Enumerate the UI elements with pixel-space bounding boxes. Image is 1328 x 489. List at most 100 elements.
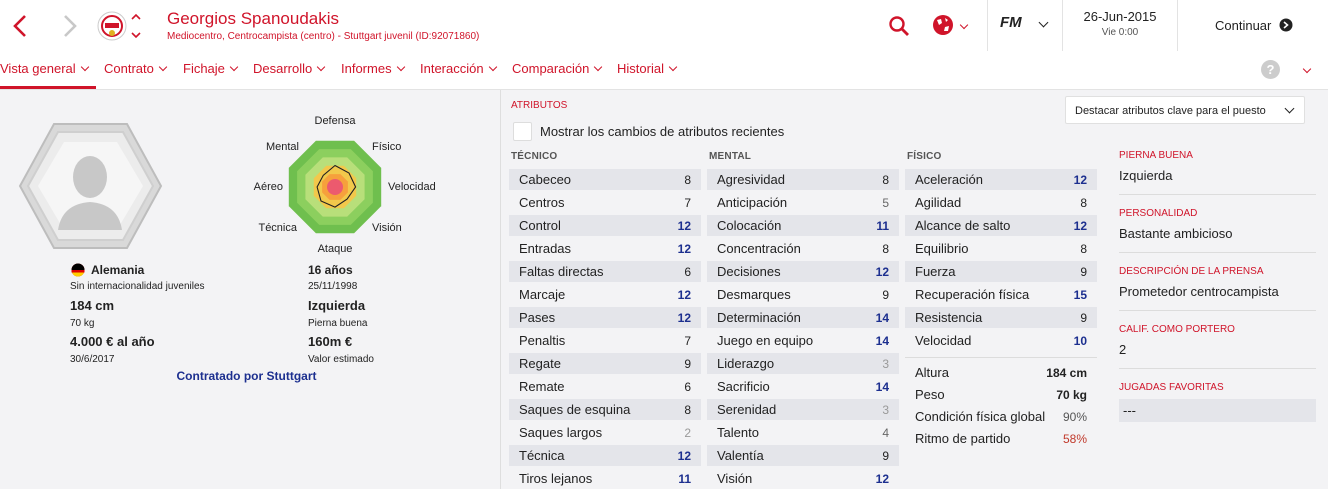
fm-menu[interactable]: FM	[1000, 14, 1056, 36]
tab-comparacion[interactable]: Comparación	[512, 61, 603, 76]
attribute-row-mental[interactable]: Juego en equipo 14	[707, 330, 899, 351]
nav-more-menu[interactable]	[1302, 63, 1316, 75]
physical-info-row: Altura 184 cm	[905, 362, 1097, 383]
attribute-name: Determinación	[717, 310, 801, 325]
globe-menu[interactable]	[932, 13, 972, 37]
side-panel-value[interactable]: ---	[1119, 399, 1316, 422]
divider	[987, 0, 988, 51]
player-subtitle[interactable]: Mediocentro, Centrocampista (centro) - S…	[167, 31, 479, 42]
attribute-row-tecnico[interactable]: Faltas directas 6	[509, 261, 701, 282]
tab-label: Historial	[617, 61, 664, 76]
attribute-row-fisico[interactable]: Velocidad 10	[905, 330, 1097, 351]
attribute-name: Aceleración	[915, 172, 983, 187]
attribute-name: Regate	[519, 356, 561, 371]
attribute-row-tecnico[interactable]: Entradas 12	[509, 238, 701, 259]
nationality[interactable]: Alemania	[91, 263, 144, 277]
attribute-row-mental[interactable]: Desmarques 9	[707, 284, 899, 305]
attribute-row-tecnico[interactable]: Tiros lejanos 11	[509, 468, 701, 489]
attribute-row-tecnico[interactable]: Cabeceo 8	[509, 169, 701, 190]
divider	[500, 90, 501, 489]
side-panel-item: Jugadas favoritas ---	[1119, 382, 1316, 422]
attribute-value: 8	[684, 402, 691, 417]
attribute-row-mental[interactable]: Serenidad 3	[707, 399, 899, 420]
germany-flag-icon	[71, 263, 85, 277]
tab-label: Vista general	[0, 61, 76, 76]
attribute-row-mental[interactable]: Anticipación 5	[707, 192, 899, 213]
highlight-key-attributes-dropdown[interactable]: Destacar atributos clave para el puesto	[1065, 96, 1305, 124]
attribute-name: Control	[519, 218, 561, 233]
back-arrow-icon[interactable]	[12, 14, 28, 38]
attribute-row-fisico[interactable]: Recuperación física 15	[905, 284, 1097, 305]
attribute-row-tecnico[interactable]: Marcaje 12	[509, 284, 701, 305]
attribute-row-mental[interactable]: Valentía 9	[707, 445, 899, 466]
player-portrait	[18, 123, 163, 249]
tab-label: Comparación	[512, 61, 590, 76]
attribute-value: 9	[1080, 264, 1087, 279]
attribute-name: Agilidad	[915, 195, 962, 210]
tab-label: Contrato	[104, 61, 154, 76]
attribute-name: Marcaje	[519, 287, 566, 302]
search-icon[interactable]	[888, 15, 910, 37]
attribute-name: Técnica	[519, 448, 565, 463]
tab-fichaje[interactable]: Fichaje	[183, 61, 239, 76]
attribute-row-tecnico[interactable]: Saques largos 2	[509, 422, 701, 443]
tab-interaccion[interactable]: Interacción	[420, 61, 497, 76]
attribute-row-tecnico[interactable]: Saques de esquina 8	[509, 399, 701, 420]
attribute-value: 3	[882, 356, 889, 371]
club-switch-icon[interactable]	[130, 11, 142, 41]
attribute-row-tecnico[interactable]: Control 12	[509, 215, 701, 236]
side-panel-value: Izquierda	[1119, 168, 1173, 183]
attribute-row-tecnico[interactable]: Regate 9	[509, 353, 701, 374]
fm-logo: FM	[1000, 14, 1022, 31]
side-panel-label: Calif. como portero	[1119, 324, 1235, 335]
attribute-row-tecnico[interactable]: Centros 7	[509, 192, 701, 213]
attribute-row-fisico[interactable]: Fuerza 9	[905, 261, 1097, 282]
attribute-value: 8	[882, 241, 889, 256]
show-changes-checkbox[interactable]	[513, 122, 532, 141]
attribute-row-mental[interactable]: Agresividad 8	[707, 169, 899, 190]
tab-contrato[interactable]: Contrato	[104, 61, 168, 76]
attribute-row-mental[interactable]: Visión 12	[707, 468, 899, 489]
attribute-row-mental[interactable]: Talento 4	[707, 422, 899, 443]
tab-desarrollo[interactable]: Desarrollo	[253, 61, 326, 76]
attribute-name: Centros	[519, 195, 565, 210]
tab-informes[interactable]: Informes	[341, 61, 405, 76]
attribute-row-fisico[interactable]: Equilibrio 8	[905, 238, 1097, 259]
attribute-name: Resistencia	[915, 310, 983, 325]
attribute-name: Saques largos	[519, 425, 603, 440]
attribute-value: 7	[684, 195, 691, 210]
divider	[1177, 0, 1178, 51]
attribute-row-mental[interactable]: Colocación 11	[707, 215, 899, 236]
attribute-row-mental[interactable]: Determinación 14	[707, 307, 899, 328]
attribute-value: 5	[882, 195, 889, 210]
attribute-value: 8	[882, 172, 889, 187]
continue-button[interactable]: Continuar	[1190, 16, 1320, 36]
attribute-row-tecnico[interactable]: Penaltis 7	[509, 330, 701, 351]
info-value: 70 kg	[1056, 387, 1087, 402]
forward-arrow-icon[interactable]	[62, 14, 78, 38]
attribute-row-tecnico[interactable]: Pases 12	[509, 307, 701, 328]
attribute-row-mental[interactable]: Decisiones 12	[707, 261, 899, 282]
signed-by-link[interactable]: Contratado por Stuttgart	[100, 369, 393, 383]
info-name: Altura	[915, 365, 949, 380]
tab-vista-general[interactable]: Vista general	[0, 61, 89, 76]
attribute-row-mental[interactable]: Concentración 8	[707, 238, 899, 259]
tab-historial[interactable]: Historial	[617, 61, 678, 76]
attribute-row-tecnico[interactable]: Remate 6	[509, 376, 701, 397]
side-panel-label: Personalidad	[1119, 208, 1198, 219]
attribute-row-fisico[interactable]: Alcance de salto 12	[905, 215, 1097, 236]
attribute-row-fisico[interactable]: Resistencia 9	[905, 307, 1097, 328]
attribute-row-tecnico[interactable]: Técnica 12	[509, 445, 701, 466]
attribute-row-fisico[interactable]: Aceleración 12	[905, 169, 1097, 190]
club-crest-icon	[97, 10, 127, 42]
info-name: Peso	[915, 387, 945, 402]
attribute-row-mental[interactable]: Sacrificio 14	[707, 376, 899, 397]
info-value: 58%	[1062, 431, 1087, 446]
tab-label: Desarrollo	[253, 61, 313, 76]
attribute-row-fisico[interactable]: Agilidad 8	[905, 192, 1097, 213]
side-panel-item: Calif. como portero 2	[1119, 324, 1316, 357]
help-icon[interactable]: ?	[1261, 60, 1280, 79]
attribute-row-mental[interactable]: Liderazgo 3	[707, 353, 899, 374]
attribute-value: 9	[882, 448, 889, 463]
divider	[1119, 310, 1316, 311]
